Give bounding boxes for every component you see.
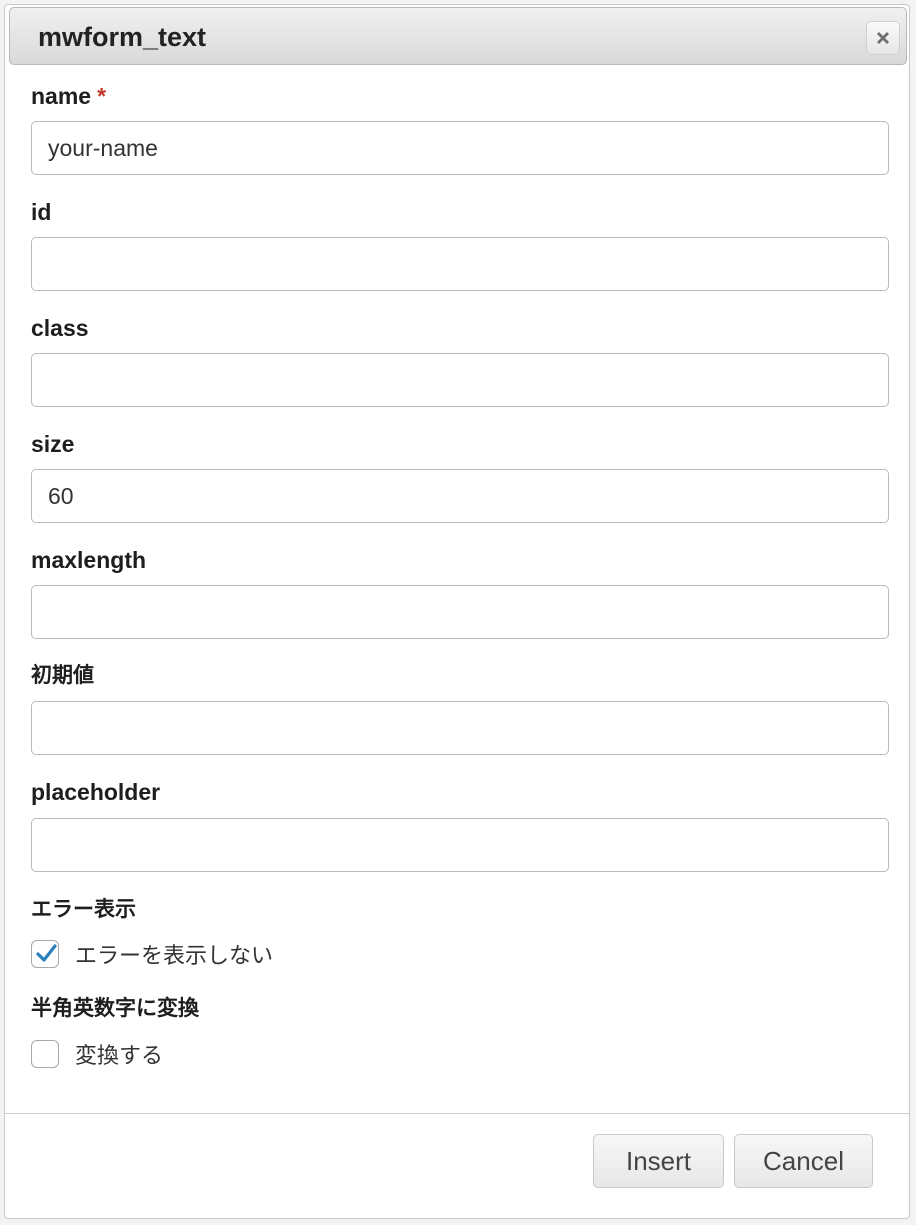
initial-value-input[interactable] [31, 701, 889, 755]
close-button[interactable] [866, 21, 900, 55]
close-icon [877, 32, 889, 44]
maxlength-input[interactable] [31, 585, 889, 639]
convert-checkbox-label[interactable]: 変換する [75, 1038, 163, 1070]
error-display-option[interactable]: エラーを表示しない [31, 939, 273, 969]
convert-halfwidth-label: 半角英数字に変換 [31, 997, 199, 1020]
checkmark-icon [36, 944, 57, 962]
convert-option[interactable]: 変換する [31, 1039, 163, 1069]
id-label: id [31, 199, 52, 225]
convert-checkbox[interactable] [31, 1040, 59, 1068]
size-input[interactable] [31, 469, 889, 523]
required-mark: * [97, 83, 107, 109]
name-label: name * [31, 83, 106, 109]
placeholder-label: placeholder [31, 779, 161, 805]
class-label: class [31, 315, 89, 341]
class-input[interactable] [31, 353, 889, 407]
initial-value-label: 初期値 [31, 664, 94, 687]
error-display-checkbox-label[interactable]: エラーを表示しない [75, 938, 273, 970]
dialog-titlebar[interactable]: mwform_text [9, 7, 907, 65]
name-label-text: name [31, 83, 92, 109]
error-display-checkbox[interactable] [31, 940, 59, 968]
mwform-text-dialog: mwform_text name* id class size maxlengt… [4, 4, 910, 1219]
error-display-label: エラー表示 [31, 898, 136, 921]
name-input[interactable] [31, 121, 889, 175]
insert-button[interactable]: Insert [593, 1134, 724, 1188]
size-label: size [31, 431, 75, 457]
id-input[interactable] [31, 237, 889, 291]
footer-divider [5, 1113, 909, 1114]
placeholder-input[interactable] [31, 818, 889, 872]
dialog-title: mwform_text [38, 22, 207, 52]
cancel-button[interactable]: Cancel [734, 1134, 873, 1188]
maxlength-label: maxlength [31, 547, 147, 573]
